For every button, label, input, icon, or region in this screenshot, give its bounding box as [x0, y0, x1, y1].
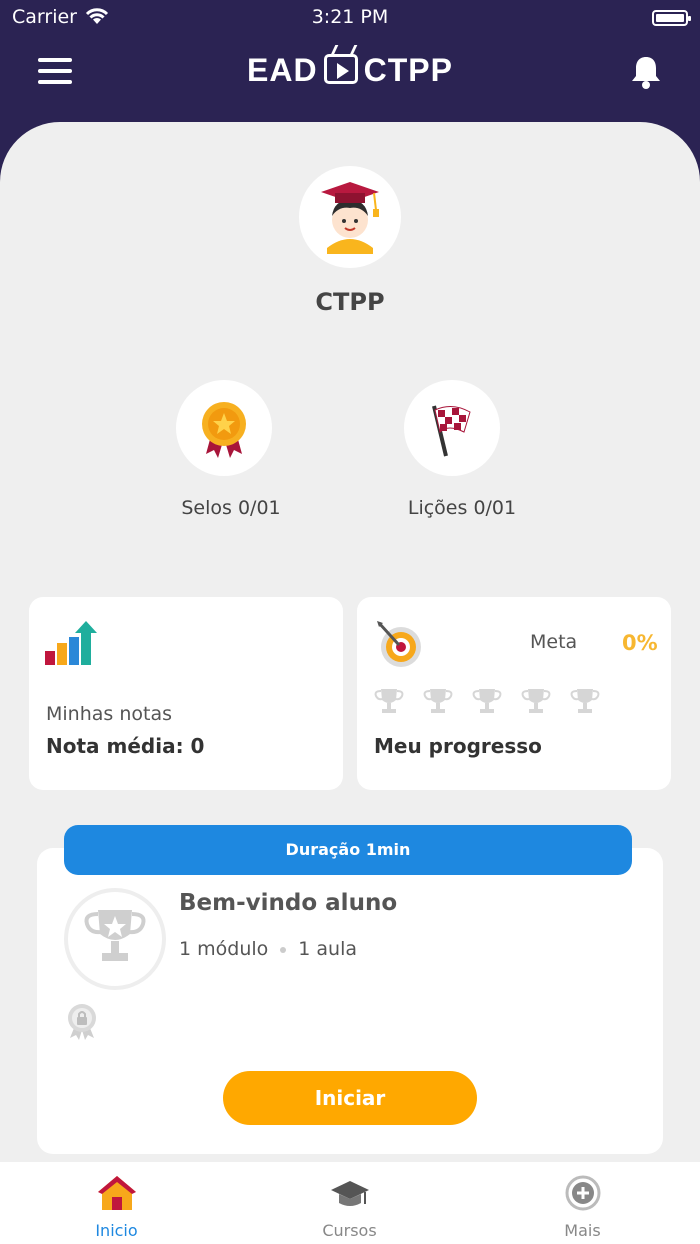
tab-cursos-label: Cursos	[322, 1221, 377, 1240]
duration-banner: Duração 1min	[64, 825, 632, 875]
course-meta: 1 módulo 1 aula	[179, 938, 357, 960]
tab-mais-label: Mais	[564, 1221, 601, 1240]
licoes-circle[interactable]	[404, 380, 500, 476]
notes-label: Minhas notas	[46, 703, 172, 725]
separator-dot	[280, 946, 287, 953]
bell-icon[interactable]	[630, 54, 662, 90]
avatar[interactable]	[299, 166, 401, 268]
target-icon	[377, 621, 421, 667]
battery-icon	[652, 10, 691, 26]
trophy-star-icon	[84, 910, 146, 961]
trophy-icon	[423, 689, 453, 713]
medal-icon	[202, 402, 246, 458]
checkered-flag-icon	[432, 405, 471, 457]
trophy-icon	[374, 689, 404, 713]
course-title: Bem-vindo aluno	[179, 890, 398, 916]
licoes-label: Lições 0/01	[407, 497, 517, 519]
tab-cursos[interactable]: Cursos	[233, 1162, 466, 1244]
locked-badge-icon	[68, 1004, 96, 1040]
plus-circle-icon	[565, 1175, 601, 1211]
notes-average: Nota média: 0	[46, 734, 205, 758]
trophy-row	[372, 686, 612, 716]
trophy-icon	[570, 689, 600, 713]
trophy-icon	[521, 689, 551, 713]
meta-label: Meta	[530, 631, 578, 653]
meta-percent: 0%	[622, 631, 658, 655]
tab-inicio[interactable]: Inicio	[0, 1162, 233, 1244]
tab-mais[interactable]: Mais	[466, 1162, 699, 1244]
tab-bar: Inicio Cursos Mais	[0, 1162, 700, 1244]
graduation-cap-icon	[331, 1181, 369, 1206]
logo-text-right: CTPP	[363, 52, 453, 88]
logo-text-left: EAD	[247, 52, 318, 88]
progress-title: Meu progresso	[374, 734, 542, 758]
tab-inicio-label: Inicio	[95, 1221, 138, 1240]
status-bar: Carrier 3:21 PM	[0, 0, 700, 36]
selos-circle[interactable]	[176, 380, 272, 476]
course-trophy-badge	[64, 888, 166, 990]
student-avatar-icon	[321, 182, 379, 254]
profile-name: CTPP	[315, 288, 385, 316]
course-modules: 1 módulo	[179, 938, 269, 960]
clock: 3:21 PM	[311, 6, 389, 28]
notes-card[interactable]: Minhas notas Nota média: 0	[29, 597, 343, 790]
tv-play-icon	[323, 54, 358, 84]
home-icon	[98, 1176, 136, 1210]
trophy-icon	[472, 689, 502, 713]
course-lessons: 1 aula	[298, 938, 358, 960]
start-button[interactable]: Iniciar	[223, 1071, 477, 1125]
bar-chart-icon	[45, 621, 97, 665]
selos-label: Selos 0/01	[181, 497, 281, 519]
app-logo: EAD CTPP	[0, 52, 700, 89]
